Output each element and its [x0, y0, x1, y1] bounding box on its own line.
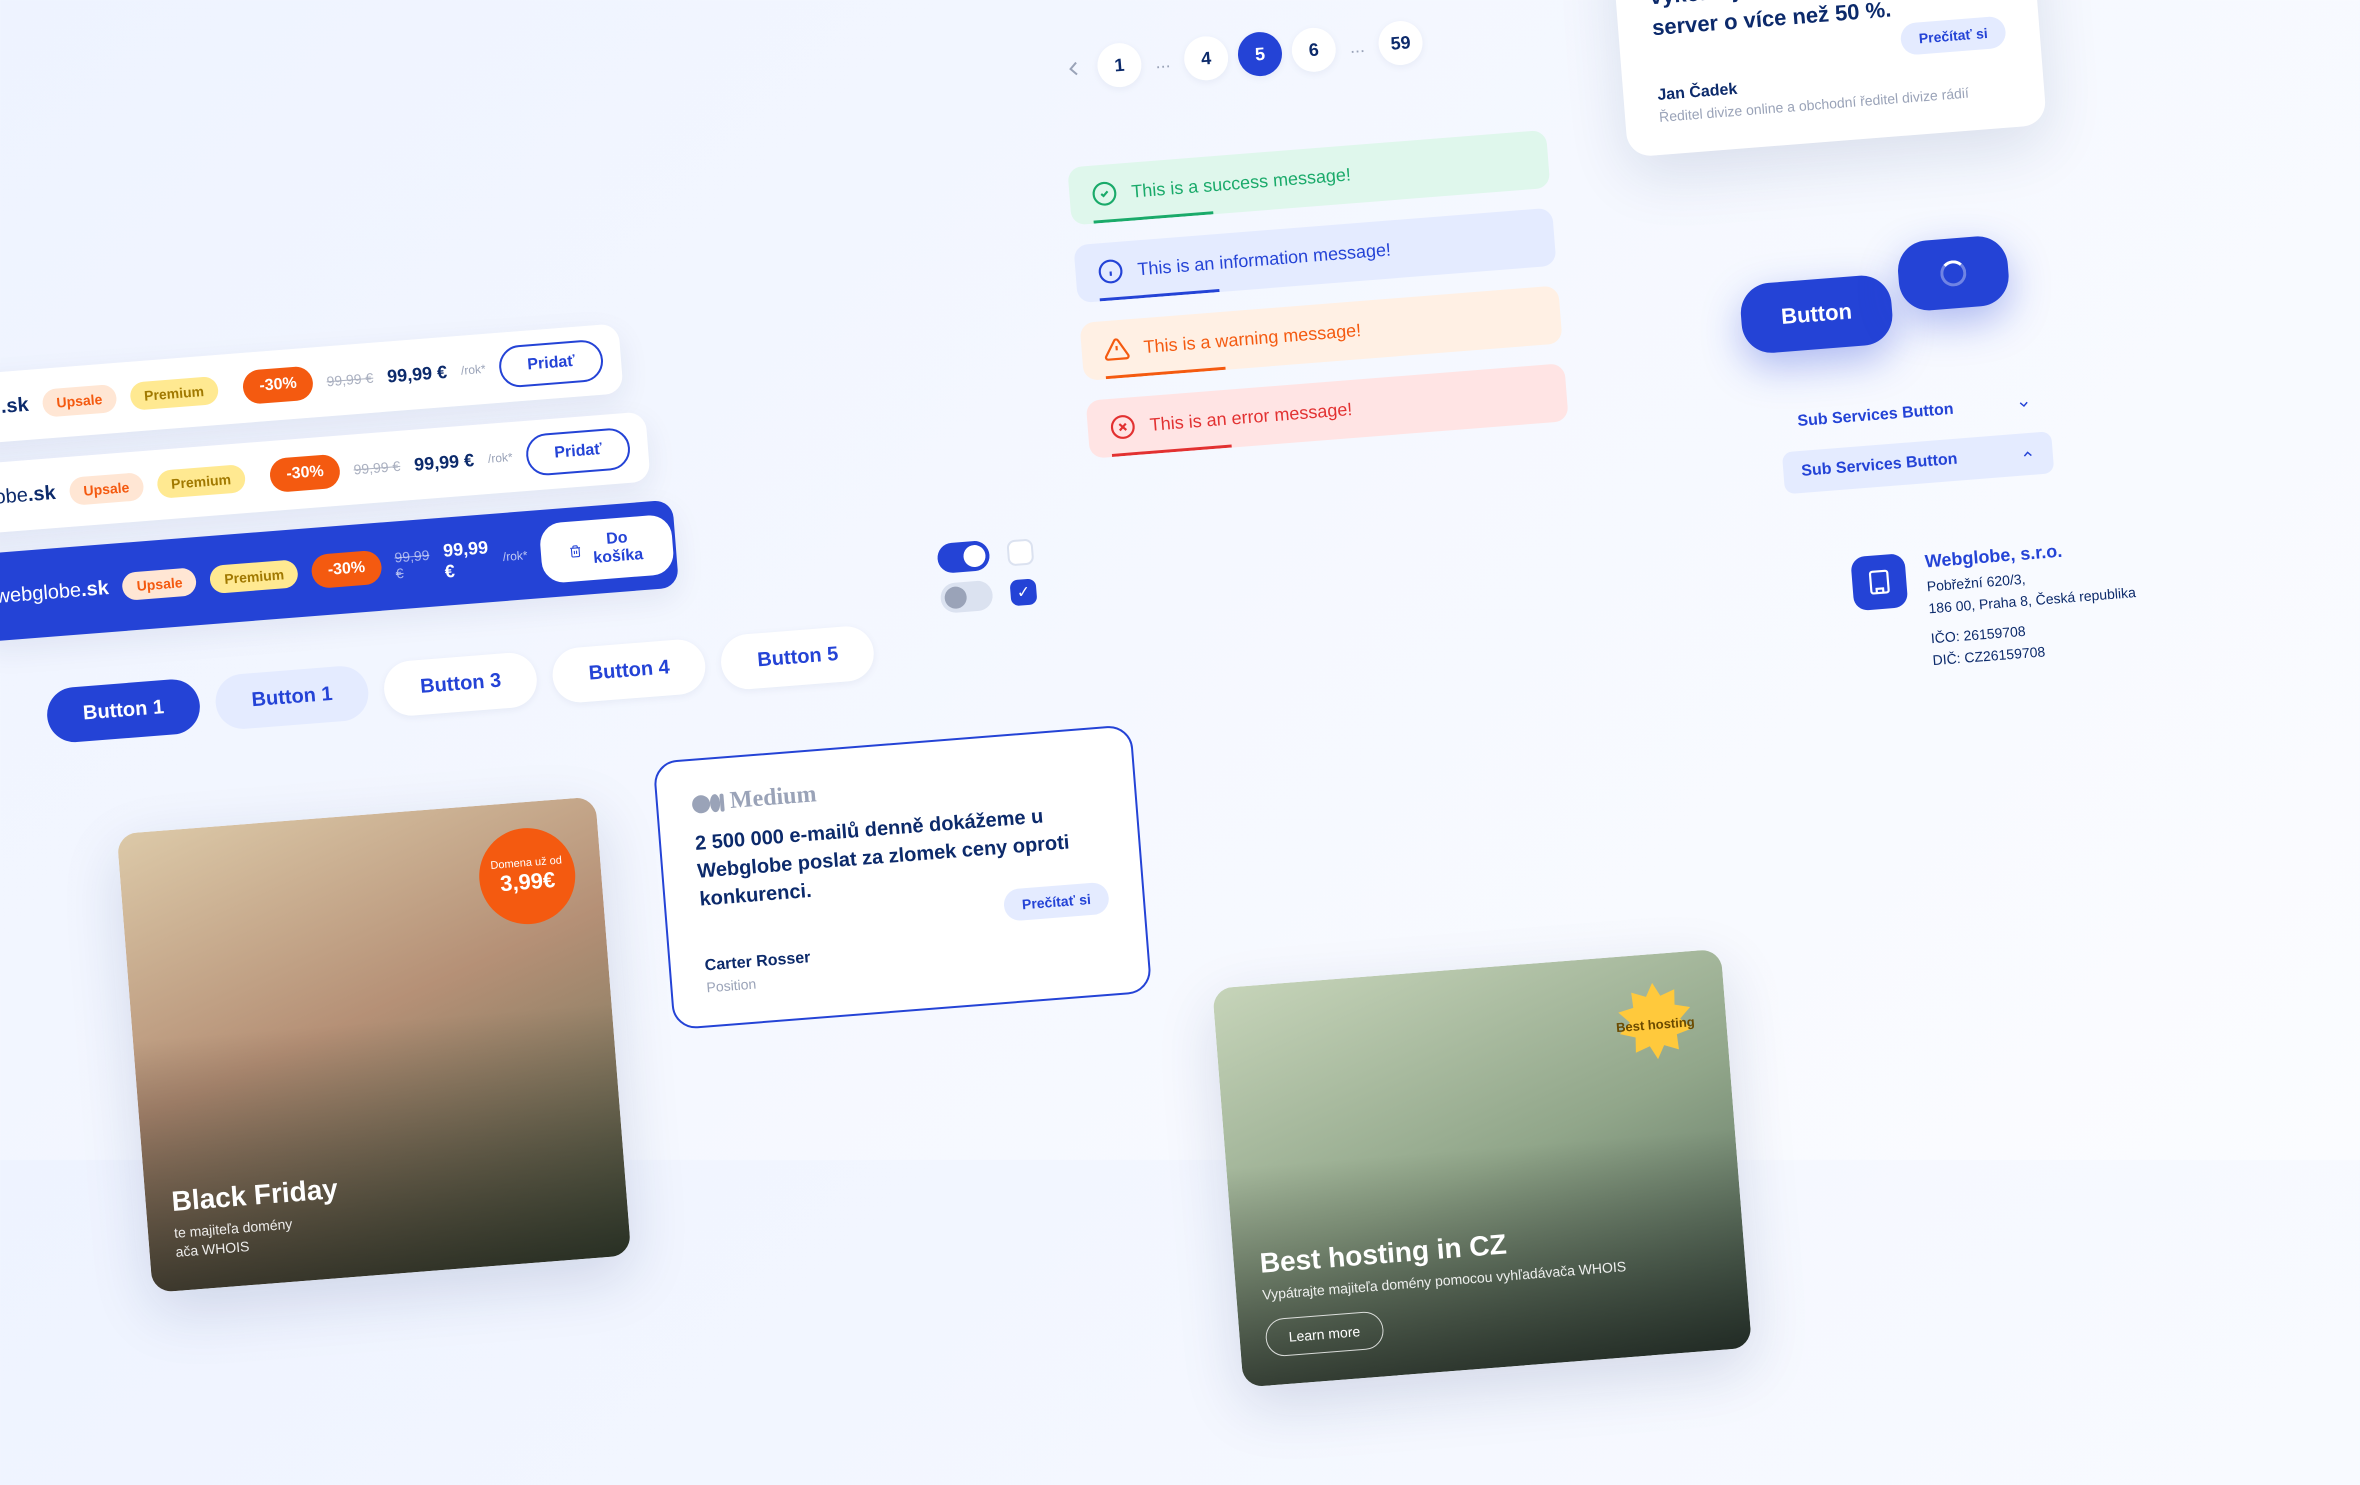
- alerts: This is a success message! This is an in…: [1067, 130, 1568, 459]
- trash-icon: [569, 542, 583, 561]
- loading-button[interactable]: [1896, 234, 2011, 312]
- page-prev-arrow-icon[interactable]: [1059, 54, 1089, 84]
- company-details: Webglobe, s.r.o. Pobřežní 620/3, 186 00,…: [1924, 535, 2140, 668]
- button-outline[interactable]: Button 5: [719, 624, 876, 691]
- toggle-group: [936, 536, 1034, 573]
- warning-triangle-icon: [1103, 335, 1131, 363]
- cart-button-label: Do košíka: [589, 528, 646, 568]
- alert-text: This is an information message!: [1137, 239, 1392, 280]
- sub-service-label: Sub Services Button: [1797, 401, 1954, 431]
- button-primary[interactable]: Button 1: [45, 677, 202, 744]
- price-unit: /rok*: [502, 548, 528, 564]
- badge-upsale: Upsale: [41, 384, 117, 418]
- promo-card-black-friday[interactable]: Domena už od 3,99€ Black Friday te majit…: [117, 797, 632, 1293]
- sub-service-label: Sub Services Button: [1801, 451, 1958, 481]
- button-outline[interactable]: Button 4: [551, 638, 708, 705]
- alert-text: This is an error message!: [1149, 398, 1353, 435]
- button-row: Button 1 Button 1 Button 3 Button 4 Butt…: [45, 624, 876, 744]
- badge-upsale: Upsale: [122, 567, 198, 601]
- alert-info: This is an information message!: [1073, 208, 1556, 303]
- add-button[interactable]: Pridať: [525, 427, 632, 477]
- price-unit: /rok*: [487, 450, 513, 466]
- discount-pill: -30%: [242, 365, 314, 404]
- price-old: 99,99 €: [353, 458, 401, 478]
- checkbox-off[interactable]: [1006, 538, 1034, 566]
- page-ellipsis: ...: [1345, 35, 1370, 58]
- price-new: 99,99 €: [442, 537, 490, 582]
- price-old: 99,99 €: [326, 370, 374, 390]
- domain-name: bglobe.sk: [0, 481, 56, 511]
- discount-pill: -30%: [269, 454, 341, 493]
- badge-premium: Premium: [209, 559, 299, 594]
- page-button-5[interactable]: 5: [1236, 30, 1283, 77]
- badge-premium: Premium: [156, 464, 246, 499]
- error-circle-icon: [1109, 413, 1137, 441]
- read-button[interactable]: Prečítať si: [1003, 882, 1110, 922]
- add-button[interactable]: Pridať: [498, 339, 605, 389]
- chevron-up-icon: [2020, 447, 2035, 462]
- price-old: 99,99 €: [394, 547, 431, 582]
- info-circle-icon: [1097, 258, 1125, 286]
- medium-logo-text: Medium: [729, 781, 818, 815]
- alert-text: This is a success message!: [1131, 164, 1352, 202]
- read-button[interactable]: Prečítať si: [1900, 16, 2007, 56]
- checkbox-on[interactable]: ✓: [1010, 578, 1038, 606]
- alert-text: This is a warning message!: [1143, 320, 1362, 358]
- page-button-6[interactable]: 6: [1290, 26, 1337, 73]
- alert-error: This is an error message!: [1086, 363, 1569, 458]
- medium-logo-icon: [691, 793, 724, 813]
- button-soft[interactable]: Button 1: [214, 664, 371, 731]
- pagination: 1 ... 4 5 6 ... 59: [1058, 19, 1424, 91]
- page-ellipsis: ...: [1150, 50, 1175, 73]
- toggle-group: ✓: [940, 576, 1038, 613]
- page-button-4[interactable]: 4: [1183, 35, 1230, 82]
- check-circle-icon: [1090, 180, 1118, 208]
- star-badge: Best hosting: [1607, 977, 1704, 1074]
- toggle-on[interactable]: [936, 540, 990, 574]
- price-unit: /rok*: [460, 362, 486, 378]
- domain-name: webglobe.sk: [0, 577, 110, 609]
- promo-card-hosting[interactable]: Best hosting Best hosting in CZ Vypátraj…: [1212, 949, 1752, 1388]
- chevron-down-icon: [2016, 397, 2031, 412]
- price-new: 99,99 €: [413, 450, 475, 476]
- button-outline[interactable]: Button 3: [382, 651, 539, 718]
- alert-success: This is a success message!: [1067, 130, 1550, 225]
- company-info: Webglobe, s.r.o. Pobřežní 620/3, 186 00,…: [1850, 535, 2140, 674]
- price-bubble-amount: 3,99€: [499, 867, 556, 897]
- alert-warning: This is a warning message!: [1080, 285, 1563, 380]
- toggle-off[interactable]: [940, 580, 994, 614]
- discount-pill: -30%: [311, 550, 383, 589]
- testimonial-card-outlined: Medium 2 500 000 e-mailů denně dokážeme …: [653, 724, 1153, 1030]
- price-new: 99,99 €: [386, 361, 448, 387]
- page-button-1[interactable]: 1: [1096, 42, 1143, 89]
- testimonial-card: Díky jednoduche škálovatelnosti výkonu j…: [1610, 0, 2047, 158]
- cart-button[interactable]: Do košíka: [539, 514, 675, 584]
- spinner-icon: [1939, 259, 1967, 287]
- domain-name: bglobe.sk: [0, 393, 29, 423]
- page-button-59[interactable]: 59: [1377, 19, 1424, 66]
- badge-upsale: Upsale: [68, 472, 144, 506]
- big-button[interactable]: Button: [1739, 273, 1895, 355]
- badge-premium: Premium: [129, 376, 219, 411]
- building-icon: [1850, 553, 1908, 611]
